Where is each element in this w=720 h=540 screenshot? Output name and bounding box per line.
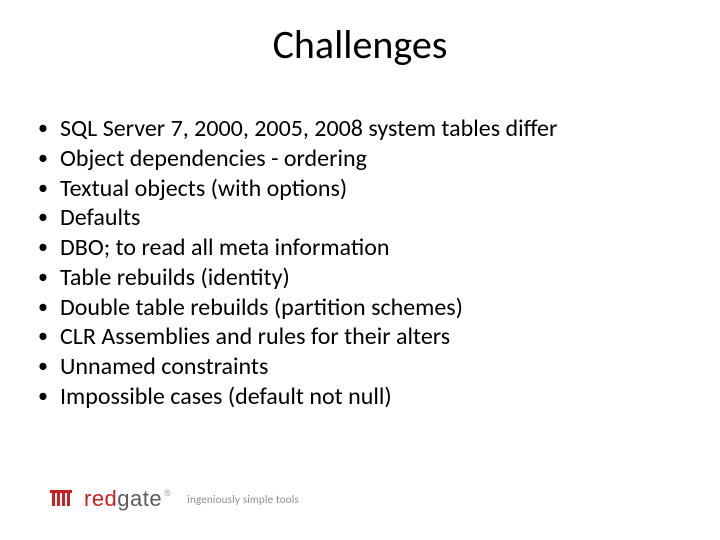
list-item: • CLR Assemblies and rules for their alt… <box>38 322 678 352</box>
bullet-text: Defaults <box>60 203 140 233</box>
logo-brand-rest: gate <box>117 486 162 512</box>
bullet-icon: • <box>38 293 60 321</box>
bullet-icon: • <box>38 203 60 231</box>
bullet-text: Table rebuilds (identity) <box>60 263 290 293</box>
list-item: • Unnamed constraints <box>38 352 678 382</box>
registered-mark: ® <box>164 488 171 498</box>
logo-gate-icon <box>48 486 74 512</box>
bullet-icon: • <box>38 114 60 142</box>
bullet-text: Double table rebuilds (partition schemes… <box>60 293 463 323</box>
list-item: • Textual objects (with options) <box>38 174 678 204</box>
list-item: • Impossible cases (default not null) <box>38 382 678 412</box>
bullet-list: • SQL Server 7, 2000, 2005, 2008 system … <box>38 114 678 412</box>
bullet-text: Impossible cases (default not null) <box>60 382 392 412</box>
footer-logo: redgate® ingeniously simple tools <box>48 486 299 512</box>
logo-text: redgate® <box>84 486 171 512</box>
bullet-icon: • <box>38 144 60 172</box>
slide: Challenges • SQL Server 7, 2000, 2005, 2… <box>0 0 720 540</box>
bullet-icon: • <box>38 263 60 291</box>
list-item: • SQL Server 7, 2000, 2005, 2008 system … <box>38 114 678 144</box>
logo-tagline: ingeniously simple tools <box>187 493 299 506</box>
slide-body: • SQL Server 7, 2000, 2005, 2008 system … <box>38 114 678 412</box>
bullet-text: DBO; to read all meta information <box>60 233 389 263</box>
list-item: • Defaults <box>38 203 678 233</box>
bullet-icon: • <box>38 322 60 350</box>
list-item: • Object dependencies - ordering <box>38 144 678 174</box>
logo-brand-red: red <box>84 486 117 512</box>
bullet-icon: • <box>38 352 60 380</box>
list-item: • Double table rebuilds (partition schem… <box>38 293 678 323</box>
bullet-icon: • <box>38 174 60 202</box>
list-item: • Table rebuilds (identity) <box>38 263 678 293</box>
bullet-icon: • <box>38 233 60 261</box>
bullet-icon: • <box>38 382 60 410</box>
bullet-text: Unnamed constraints <box>60 352 268 382</box>
list-item: • DBO; to read all meta information <box>38 233 678 263</box>
slide-title: Challenges <box>0 20 720 69</box>
bullet-text: CLR Assemblies and rules for their alter… <box>60 322 450 352</box>
bullet-text: Object dependencies - ordering <box>60 144 367 174</box>
bullet-text: Textual objects (with options) <box>60 174 347 204</box>
bullet-text: SQL Server 7, 2000, 2005, 2008 system ta… <box>60 114 557 144</box>
